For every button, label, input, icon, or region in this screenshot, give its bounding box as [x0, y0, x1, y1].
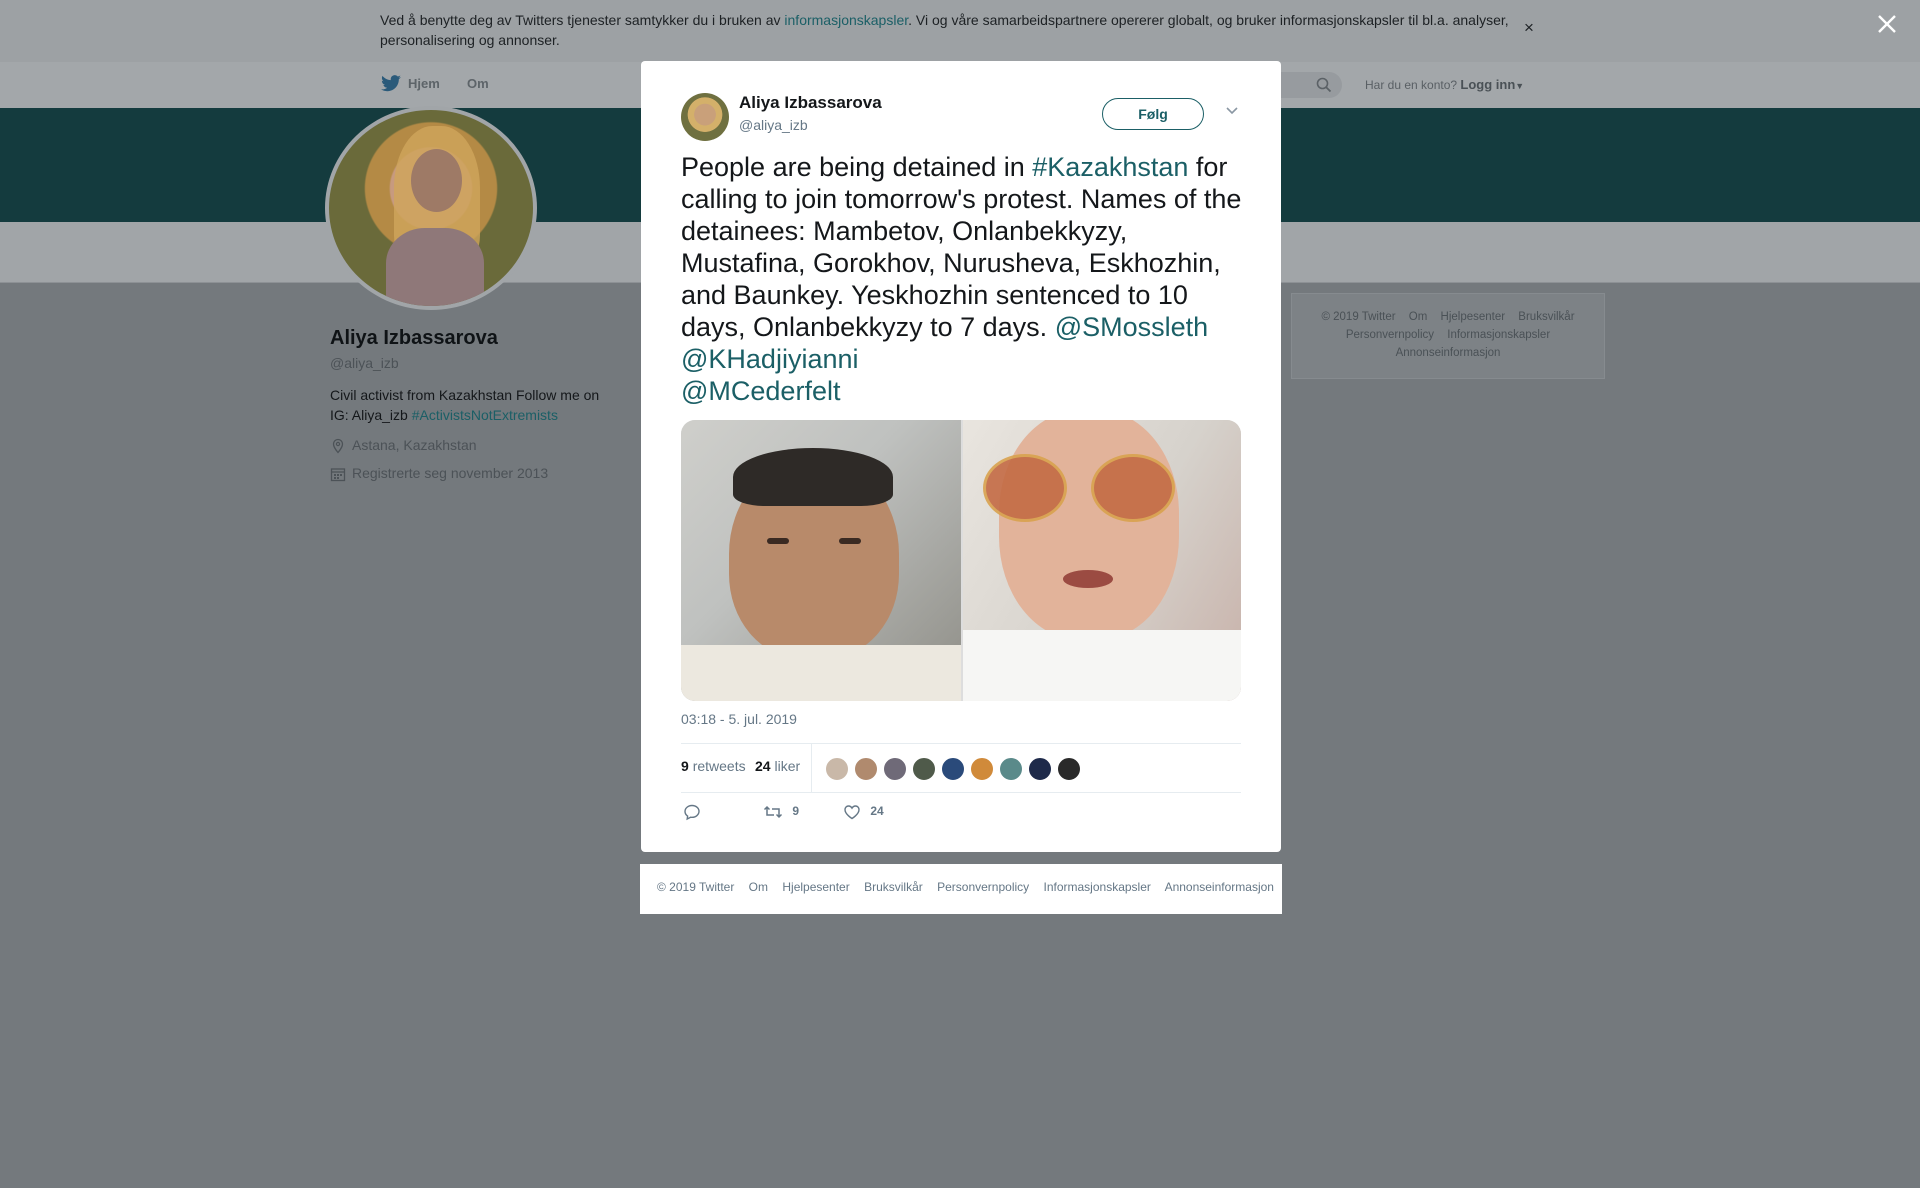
likes-stat[interactable]: 24 liker	[755, 758, 800, 774]
liker-avatar[interactable]	[1028, 757, 1052, 781]
tweet-actions: 9 24	[681, 803, 1241, 833]
like-action-count: 24	[870, 804, 884, 819]
calendar-icon	[330, 468, 346, 482]
cookie-banner-text: Ved å benytte deg av Twitters tjenester …	[380, 10, 1510, 50]
footer-link-privacy[interactable]: Personvernpolicy	[937, 880, 1029, 894]
search-icon[interactable]	[1316, 77, 1332, 93]
nav-about-link[interactable]: Om	[467, 76, 489, 91]
twitter-bird-icon[interactable]	[380, 75, 402, 93]
heart-icon	[844, 805, 860, 820]
photo-face-shape	[999, 420, 1179, 640]
login-link[interactable]: Logg inn	[1460, 77, 1515, 92]
photo-hair-shape	[733, 448, 893, 506]
liker-avatar[interactable]	[941, 757, 965, 781]
avatar-body-shape	[386, 227, 485, 306]
profile-avatar[interactable]	[325, 106, 537, 310]
like-button[interactable]: 24	[843, 803, 884, 821]
profile-location-text: Astana, Kazakhstan	[352, 437, 477, 453]
photo-sunglasses-shape	[983, 454, 1067, 522]
footer-link-help[interactable]: Hjelpesenter	[1441, 311, 1506, 323]
tweet-mention-link[interactable]: @KHadjiyianni	[681, 344, 859, 374]
tweet-mention-link[interactable]: @MCederfelt	[681, 376, 840, 406]
dropdown-caret-icon[interactable]: ▼	[1515, 81, 1524, 91]
footer-copyright: © 2019 Twitter	[1321, 311, 1396, 323]
retweets-label: retweets	[692, 758, 746, 774]
photo-eye-shape	[767, 538, 789, 544]
photo-shirt-shape	[963, 630, 1241, 701]
tweet-text-part: People are being detained in	[681, 152, 1033, 182]
tweet-author-avatar[interactable]	[681, 93, 729, 141]
profile-handle[interactable]: @aliya_izb	[330, 355, 399, 371]
photo-sunglasses-shape	[1091, 454, 1175, 522]
footer-link-terms[interactable]: Bruksvilkår	[864, 880, 923, 894]
profile-name[interactable]: Aliya Izbassarova	[330, 327, 498, 350]
tweet-modal: Aliya Izbassarova @aliya_izb Følg People…	[641, 61, 1281, 852]
likes-label: liker	[774, 758, 801, 774]
likes-count: 24	[755, 758, 771, 774]
nav-home-link[interactable]: Hjem	[408, 76, 440, 91]
tweet-author-name[interactable]: Aliya Izbassarova	[739, 93, 882, 113]
liker-avatar[interactable]	[883, 757, 907, 781]
footer-link-about[interactable]: Om	[749, 880, 768, 894]
tweet-photo-man[interactable]	[681, 420, 961, 701]
photo-eye-shape	[839, 538, 861, 544]
liker-avatar[interactable]	[999, 757, 1023, 781]
retweet-action-count: 9	[792, 804, 800, 819]
sidebar-footer: © 2019 Twitter Om Hjelpesenter Bruksvilk…	[1291, 293, 1605, 379]
retweet-button[interactable]: 9	[763, 803, 799, 821]
profile-joined-date: Registrerte seg november 2013	[330, 465, 549, 482]
tweet-photo-woman[interactable]	[963, 420, 1241, 701]
footer-link-ads-info[interactable]: Annonseinformasjon	[1396, 347, 1501, 359]
photo-mouth-shape	[1063, 570, 1113, 588]
reply-icon	[684, 804, 700, 821]
profile-location: Astana, Kazakhstan	[330, 437, 477, 454]
tweet-hashtag-link[interactable]: #Kazakhstan	[1032, 152, 1188, 182]
footer-link-terms[interactable]: Bruksvilkår	[1518, 311, 1574, 323]
liker-avatar[interactable]	[912, 757, 936, 781]
profile-bio-hashtag[interactable]: #ActivistsNotExtremists	[412, 407, 558, 423]
liker-avatar[interactable]	[970, 757, 994, 781]
login-prompt-text: Har du en konto?	[1365, 78, 1458, 92]
footer-copyright: © 2019 Twitter	[657, 880, 735, 894]
cookie-text-before: Ved å benytte deg av Twitters tjenester …	[380, 12, 785, 28]
cookie-close-button[interactable]: ×	[1524, 18, 1534, 38]
profile-joined-text: Registrerte seg november 2013	[352, 465, 549, 481]
location-pin-icon	[332, 438, 344, 454]
tweet-media	[681, 420, 1241, 701]
footer-link-ads-info[interactable]: Annonseinformasjon	[1165, 880, 1274, 894]
profile-bio: Civil activist from Kazakhstan Follow me…	[330, 385, 610, 425]
follow-button[interactable]: Følg	[1102, 98, 1204, 130]
retweets-stat[interactable]: 9 retweets	[681, 758, 746, 774]
footer-link-about[interactable]: Om	[1409, 311, 1428, 323]
tweet-stats: 9 retweets 24 liker	[681, 743, 1241, 793]
stats-divider	[811, 744, 812, 792]
retweet-icon	[763, 805, 783, 819]
tweet-mention-link[interactable]: @SMossleth	[1055, 312, 1208, 342]
tweet-timestamp[interactable]: 03:18 - 5. jul. 2019	[681, 711, 797, 727]
avatar-face-shape	[410, 149, 462, 212]
modal-footer: © 2019 Twitter Om Hjelpesenter Bruksvilk…	[640, 864, 1282, 914]
close-icon[interactable]	[1876, 13, 1898, 35]
login-area: Har du en konto? Logg inn▼	[1365, 77, 1524, 92]
cookie-policy-link[interactable]: informasjonskapsler	[784, 12, 908, 28]
footer-link-cookies[interactable]: Informasjonskapsler	[1447, 329, 1550, 341]
tweet-text: People are being detained in #Kazakhstan…	[681, 151, 1251, 407]
liker-avatar[interactable]	[854, 757, 878, 781]
retweets-count: 9	[681, 758, 689, 774]
footer-link-cookies[interactable]: Informasjonskapsler	[1044, 880, 1151, 894]
chevron-down-icon[interactable]	[1225, 106, 1239, 116]
cookie-banner: Ved å benytte deg av Twitters tjenester …	[0, 0, 1920, 63]
reply-button[interactable]	[683, 803, 701, 821]
liker-avatar[interactable]	[1057, 757, 1081, 781]
tweet-author-handle[interactable]: @aliya_izb	[739, 117, 808, 133]
liker-avatar[interactable]	[825, 757, 849, 781]
footer-link-help[interactable]: Hjelpesenter	[782, 880, 849, 894]
photo-shirt-shape	[681, 645, 961, 701]
footer-link-privacy[interactable]: Personvernpolicy	[1346, 329, 1434, 341]
